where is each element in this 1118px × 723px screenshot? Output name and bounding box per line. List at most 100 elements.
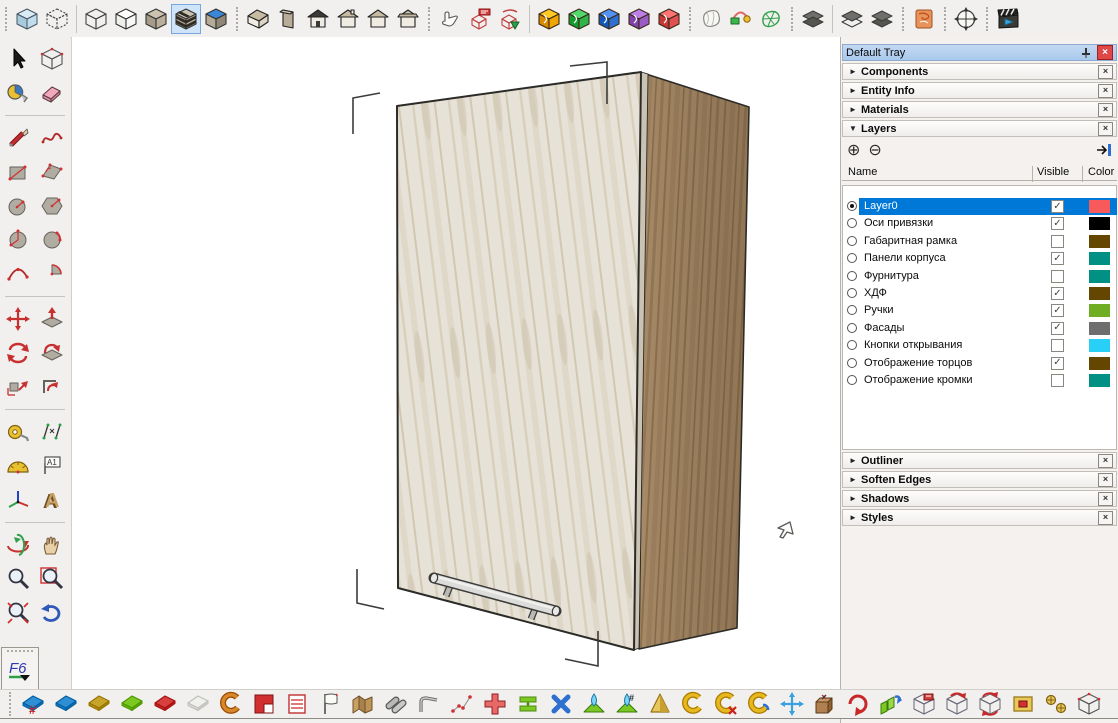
sheet-green-button[interactable] — [115, 690, 148, 718]
select-button[interactable] — [2, 43, 34, 74]
solid-outer-shell-button[interactable] — [534, 4, 564, 34]
pie-button[interactable] — [36, 258, 68, 289]
style-xray-button[interactable] — [12, 4, 42, 34]
animation-tool-button[interactable] — [993, 4, 1023, 34]
paint-bucket-button[interactable] — [2, 77, 34, 108]
style-back-edges-button[interactable] — [42, 4, 72, 34]
panel-close-button[interactable]: × — [1098, 473, 1113, 487]
layer-color-swatch[interactable] — [1089, 252, 1110, 265]
layer-name[interactable]: Габаритная рамка — [864, 235, 957, 247]
scale-button[interactable] — [2, 371, 34, 402]
toolbar-grip[interactable] — [944, 7, 946, 31]
layer-active-radio[interactable] — [847, 271, 857, 281]
bent-profile-button[interactable] — [412, 690, 445, 718]
layer-active-radio[interactable] — [847, 305, 857, 315]
layer-active-radio[interactable] — [847, 288, 857, 298]
layer-color-swatch[interactable] — [1089, 357, 1110, 370]
text-button[interactable]: A1 — [36, 450, 68, 481]
hook-delete-button[interactable] — [709, 690, 742, 718]
view-back-button[interactable] — [363, 4, 393, 34]
select-tool-button[interactable] — [435, 4, 465, 34]
layer-name[interactable]: Оси привязки — [864, 217, 933, 229]
panel-close-button[interactable]: × — [1098, 454, 1113, 468]
panel-header-materials[interactable]: ►Materials× — [842, 101, 1117, 118]
display-section-planes-button[interactable] — [837, 4, 867, 34]
push-pull-button[interactable] — [36, 303, 68, 334]
toolbar-grip[interactable] — [236, 7, 238, 31]
toolbar-grip[interactable] — [428, 7, 430, 31]
layer-details-icon[interactable] — [1096, 143, 1112, 160]
toolbar-grip[interactable] — [791, 7, 793, 31]
style-wireframe-button[interactable] — [81, 4, 111, 34]
layer-color-swatch[interactable] — [1089, 322, 1110, 335]
style-shaded-textures-button[interactable] — [171, 4, 201, 34]
cube-targets-button[interactable] — [1039, 690, 1072, 718]
sandbox-smoove-button[interactable] — [756, 4, 786, 34]
text-3d-button[interactable]: AA — [36, 484, 68, 515]
rectangle-button[interactable] — [2, 156, 34, 187]
layer-color-swatch[interactable] — [1089, 235, 1110, 248]
layer-visible-checkbox[interactable]: ✓ — [1051, 304, 1064, 317]
pan-button[interactable] — [36, 529, 68, 560]
view-front-button[interactable] — [303, 4, 333, 34]
add-layer-button[interactable]: ⊕ — [847, 143, 860, 159]
toolbar-grip[interactable] — [902, 7, 904, 31]
panel-close-button[interactable]: × — [1098, 103, 1113, 117]
layer-active-radio[interactable] — [847, 218, 857, 228]
frame-red-button[interactable] — [1006, 690, 1039, 718]
toolbar-grip[interactable] — [9, 692, 11, 716]
layer-row-отображение-кромки[interactable]: Отображение кромки — [843, 372, 1117, 389]
edge-cube-button[interactable] — [1072, 690, 1105, 718]
layer-name[interactable]: Layer0 — [864, 200, 898, 212]
panel-close-button[interactable]: × — [1098, 65, 1113, 79]
layer-color-swatch[interactable] — [1089, 374, 1110, 387]
sheet-gold-button[interactable] — [82, 690, 115, 718]
style-monochrome-button[interactable] — [201, 4, 231, 34]
sandbox-from-contours-button[interactable] — [696, 4, 726, 34]
layer-row-панели-корпуса[interactable]: Панели корпуса✓ — [843, 250, 1117, 267]
layer-name[interactable]: Кнопки открывания — [864, 339, 962, 351]
layer-active-radio[interactable] — [847, 253, 857, 263]
panel-close-button[interactable]: × — [1098, 492, 1113, 506]
layer-active-radio[interactable] — [847, 236, 857, 246]
panel-header-styles[interactable]: ►Styles× — [842, 509, 1117, 526]
layer-visible-checkbox[interactable] — [1051, 374, 1064, 387]
layer-name[interactable]: Панели корпуса — [864, 252, 946, 264]
layer-color-swatch[interactable] — [1089, 270, 1110, 283]
layer-color-swatch[interactable] — [1089, 304, 1110, 317]
layer-row-фурнитура[interactable]: Фурнитура — [843, 268, 1117, 285]
layer-visible-checkbox[interactable] — [1051, 235, 1064, 248]
layer-row-оси-привязки[interactable]: Оси привязки✓ — [843, 215, 1117, 232]
flag-tool-button[interactable] — [313, 690, 346, 718]
layer-color-swatch[interactable] — [1089, 339, 1110, 352]
pin-icon[interactable] — [1079, 46, 1093, 59]
zoom-window-button[interactable] — [36, 563, 68, 594]
bent-panel-button[interactable] — [346, 690, 379, 718]
solid-union-button[interactable] — [594, 4, 624, 34]
line-button[interactable] — [2, 122, 34, 153]
view-top-button[interactable] — [273, 4, 303, 34]
panel-header-entity-info[interactable]: ►Entity Info× — [842, 82, 1117, 99]
layer-row-габаритная-рамка[interactable]: Габаритная рамка — [843, 233, 1117, 250]
crate-tool-button[interactable] — [808, 690, 841, 718]
eraser-button[interactable] — [36, 77, 68, 108]
bend-ring-button[interactable] — [214, 690, 247, 718]
panel-header-layers[interactable]: ▼ Layers × — [842, 120, 1117, 137]
display-section-cuts-button[interactable] — [867, 4, 897, 34]
corner-square-button[interactable] — [247, 690, 280, 718]
cube-rotate-button[interactable] — [940, 690, 973, 718]
panel-close-button[interactable]: × — [1098, 122, 1113, 136]
offset-button[interactable] — [36, 371, 68, 402]
layer-color-swatch[interactable] — [1089, 287, 1110, 300]
drape-drop-count-button[interactable]: # — [610, 690, 643, 718]
solid-intersect-button[interactable] — [564, 4, 594, 34]
compass-tool-button[interactable] — [951, 4, 981, 34]
layer-active-radio[interactable] — [847, 375, 857, 385]
hook-tool-button[interactable] — [676, 690, 709, 718]
lined-frame-button[interactable] — [280, 690, 313, 718]
remove-layer-button[interactable]: ⊖ — [868, 143, 881, 159]
zoom-extents-button[interactable] — [2, 597, 34, 628]
component-attributes-button[interactable] — [495, 4, 525, 34]
move-parts-button[interactable] — [775, 690, 808, 718]
toolbar-grip[interactable] — [986, 7, 988, 31]
